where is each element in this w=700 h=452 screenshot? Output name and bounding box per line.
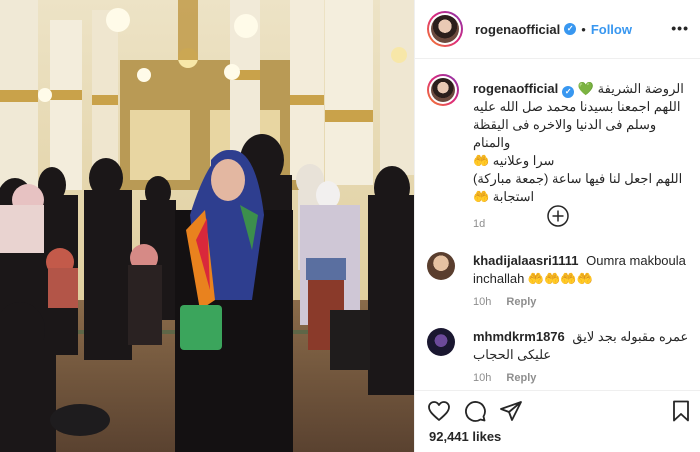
avatar[interactable]	[431, 15, 459, 43]
mosque-scene-image	[0, 0, 414, 452]
comment-age: 10h	[473, 372, 492, 384]
caption-line-4: سرا وعلانيه 🤲	[473, 153, 555, 168]
comment-meta: 10h Reply	[473, 296, 697, 308]
caption-line-1: الروضة الشريفة 💚	[577, 81, 684, 96]
comment-icon[interactable]	[463, 399, 487, 423]
comment-meta: 10h Reply	[473, 372, 697, 384]
comment-text-line-2: عليكى الحجاب	[473, 347, 552, 362]
comment-avatar[interactable]	[427, 252, 455, 280]
add-comment-icon[interactable]	[547, 205, 569, 227]
post-actions: 92,441 likes	[415, 390, 700, 452]
reply-button[interactable]: Reply	[506, 372, 536, 384]
post-side-panel: rogenaofficial ✓ • Follow ••• rogenaoffi…	[414, 0, 700, 452]
more-icon[interactable]: •••	[671, 20, 689, 36]
reply-button[interactable]: Reply	[506, 296, 536, 308]
comment-text-line-1: عمره مقبوله بجد لايق	[572, 329, 689, 344]
comments-scroll-area[interactable]: rogenaofficial ✓ الروضة الشريفة 💚 اللهم ا…	[415, 60, 700, 390]
post-photo[interactable]	[0, 0, 414, 452]
caption-line-2: اللهم اجمعنا بسيدنا محمد صل الله عليه	[473, 99, 681, 114]
comment-body: khadijalaasri1111 Oumra makboula inchall…	[473, 252, 697, 288]
comment-age: 10h	[473, 296, 492, 308]
comment-username[interactable]: mhmdkrm1876	[473, 329, 565, 344]
comment-avatar[interactable]	[427, 328, 455, 356]
caption-story-ring[interactable]	[427, 74, 459, 106]
caption-username[interactable]: rogenaofficial	[473, 81, 558, 96]
follow-button[interactable]: Follow	[591, 22, 632, 37]
likes-count[interactable]: 92,441 likes	[429, 429, 501, 444]
comment-body: mhmdkrm1876 عمره مقبوله بجد لايق عليكى ا…	[473, 328, 697, 364]
caption-line-6: استجابة 🤲	[473, 189, 535, 204]
caption-avatar[interactable]	[431, 78, 455, 102]
separator-dot: •	[581, 21, 586, 37]
story-ring[interactable]	[427, 11, 463, 47]
heart-icon[interactable]	[427, 399, 451, 423]
comment-username[interactable]: khadijalaasri1111	[473, 253, 579, 268]
bookmark-icon[interactable]	[669, 399, 693, 423]
caption-line-5: اللهم اجعل لنا فيها ساعة (جمعة مباركة)	[473, 171, 683, 186]
comment-item: mhmdkrm1876 عمره مقبوله بجد لايق عليكى ا…	[427, 328, 697, 384]
caption-header: rogenaofficial ✓ الروضة الشريفة 💚	[473, 74, 689, 98]
share-icon[interactable]	[499, 399, 523, 423]
verified-icon: ✓	[564, 23, 577, 35]
post-header: rogenaofficial ✓ • Follow •••	[415, 0, 700, 59]
caption-line-3: وسلم فى الدنيا والاخره فى اليقظة والمنام	[473, 117, 657, 150]
verified-icon: ✓	[562, 86, 575, 98]
header-username[interactable]: rogenaofficial	[475, 22, 560, 37]
comment-item: khadijalaasri1111 Oumra makboula inchall…	[427, 252, 697, 308]
caption-age: 1d	[473, 218, 486, 230]
